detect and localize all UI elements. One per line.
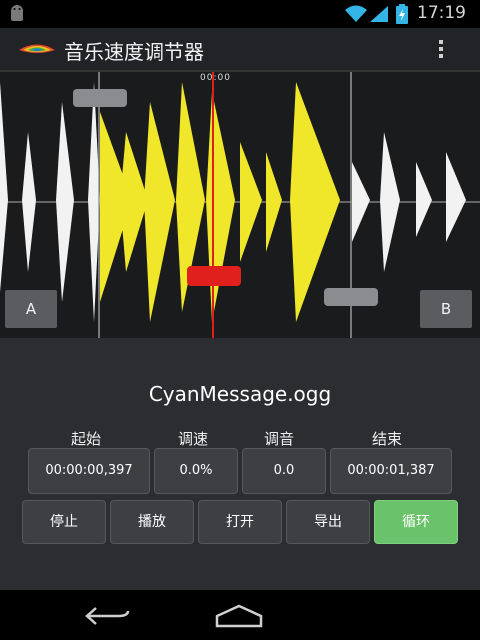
- playhead-handle[interactable]: [187, 266, 241, 286]
- home-icon[interactable]: [214, 604, 264, 628]
- navigation-bar: [0, 590, 480, 640]
- pitch-field[interactable]: 0.0: [242, 448, 326, 494]
- back-icon[interactable]: [84, 605, 130, 627]
- stop-button[interactable]: 停止: [22, 500, 106, 544]
- start-label: 起始: [71, 430, 102, 448]
- start-time-field[interactable]: 00:00:00,397: [28, 448, 150, 494]
- status-bar: 17:19: [0, 0, 480, 28]
- waveform-graphic: [0, 72, 480, 338]
- status-time: 17:19: [417, 3, 466, 23]
- loop-button[interactable]: 循环: [374, 500, 458, 544]
- wifi-icon: [345, 5, 367, 22]
- file-name: CyanMessage.ogg: [148, 382, 332, 406]
- waveform-editor[interactable]: [0, 72, 480, 338]
- app-logo-icon: [19, 44, 55, 53]
- time-marker: 00:00: [200, 73, 231, 83]
- overflow-menu-icon[interactable]: [436, 38, 446, 62]
- open-button[interactable]: 打开: [198, 500, 282, 544]
- battery-icon: [396, 4, 408, 24]
- app-bar: 音乐速度调节器: [0, 28, 480, 72]
- control-labels: 起始 调速 调音 结束: [26, 428, 452, 448]
- signal-icon: [370, 6, 388, 22]
- android-icon: [11, 5, 23, 21]
- selection-end-handle[interactable]: [324, 288, 378, 306]
- speed-label: 调速: [178, 430, 209, 448]
- play-button[interactable]: 播放: [110, 500, 194, 544]
- end-time-field[interactable]: 00:00:01,387: [330, 448, 452, 494]
- pitch-label: 调音: [264, 430, 295, 448]
- speed-field[interactable]: 0.0%: [154, 448, 238, 494]
- set-marker-a-button[interactable]: A: [5, 290, 57, 328]
- app-title: 音乐速度调节器: [64, 40, 204, 64]
- export-button[interactable]: 导出: [286, 500, 370, 544]
- selection-start-handle[interactable]: [73, 89, 127, 107]
- end-label: 结束: [372, 430, 403, 448]
- set-marker-b-button[interactable]: B: [420, 290, 472, 328]
